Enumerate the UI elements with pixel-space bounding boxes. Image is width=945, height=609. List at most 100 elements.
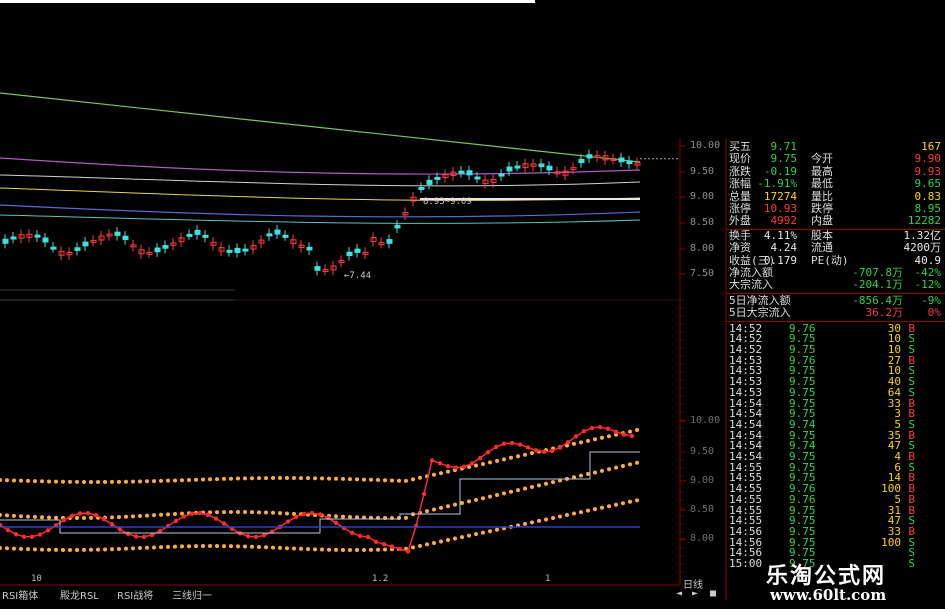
rsi-dot	[613, 429, 619, 434]
band-dot	[306, 547, 310, 552]
band-dot	[460, 535, 464, 540]
band-dot	[593, 507, 597, 512]
band-dot	[376, 478, 380, 483]
band-dot	[75, 547, 79, 552]
rsi-dot	[37, 532, 43, 537]
divider	[727, 320, 945, 322]
band-dot	[523, 452, 527, 457]
band-dot	[250, 544, 254, 549]
candle	[618, 157, 625, 163]
band-dot	[138, 514, 142, 519]
band-dot	[607, 434, 611, 439]
candle	[2, 238, 9, 244]
band-dot	[208, 544, 212, 549]
flow-label: 大宗流入	[729, 278, 773, 292]
band-dot	[145, 513, 149, 518]
band-dot	[82, 479, 86, 484]
candle	[10, 236, 17, 240]
rsi-dot	[581, 428, 587, 434]
price-pane	[0, 92, 680, 301]
quote-row: 买五 9.71 167	[727, 141, 945, 153]
candle	[498, 173, 505, 177]
band-dot	[96, 547, 100, 552]
price-tick-label: 7.50	[690, 268, 715, 279]
rsi-dot	[525, 445, 531, 450]
stop-square-icon[interactable]: ■	[710, 588, 716, 599]
quote-value: -856.4万	[852, 293, 903, 307]
band-dot	[96, 479, 100, 484]
band-dot	[180, 478, 184, 483]
band-dot	[131, 479, 135, 484]
band-dot	[376, 547, 380, 552]
left-arrow-icon[interactable]: ◄	[676, 588, 682, 599]
candle	[122, 235, 129, 240]
candle	[394, 224, 401, 229]
band-dot	[446, 504, 450, 509]
tab-rsi-warrior[interactable]: RSI战将	[117, 587, 153, 602]
band-dot	[607, 504, 611, 509]
rsi-dot	[421, 491, 427, 497]
quote-value: -204.1万	[852, 278, 903, 292]
band-dot	[481, 496, 485, 501]
band-dot	[628, 429, 632, 434]
band-dot	[47, 515, 51, 520]
band-dot	[278, 476, 282, 481]
band-dot	[201, 544, 205, 549]
quote-value: 9.65	[914, 177, 942, 191]
band-dot	[47, 479, 51, 484]
indicator-tick-label: 9.00	[690, 475, 715, 486]
band-dot	[110, 515, 114, 520]
band-dot	[145, 545, 149, 550]
middle-band	[0, 460, 639, 520]
quote-value: 167	[921, 140, 941, 153]
band-dot	[103, 547, 107, 552]
band-dot	[341, 547, 345, 552]
band-dot	[593, 437, 597, 442]
band-dot	[250, 476, 254, 481]
quote-label: 今开	[811, 152, 833, 166]
candle	[466, 170, 473, 176]
candle	[434, 176, 441, 180]
candle	[586, 154, 593, 159]
band-dot	[334, 514, 338, 519]
price-tick-label: 9.00	[690, 191, 715, 202]
band-dot	[152, 479, 156, 484]
band-dot	[516, 454, 520, 459]
quote-value: 8.95	[914, 202, 942, 215]
tab-rsi-box[interactable]: RSI箱体	[2, 587, 38, 602]
quote-value: 40.9	[914, 253, 942, 267]
right-arrow-icon[interactable]: ►	[692, 588, 698, 599]
quote-value: 1.32亿	[903, 228, 942, 242]
band-dot	[453, 502, 457, 507]
band-dot	[5, 513, 9, 518]
quote-label: PE(动)	[811, 253, 849, 267]
quote-row: 涨幅 -1.91% 最低 9.65	[727, 178, 945, 190]
tab-three-lines[interactable]: 三线归一	[172, 587, 212, 602]
rsi-dot	[573, 434, 579, 439]
quote-label: 现价	[729, 152, 751, 166]
rsi-dot	[461, 464, 467, 469]
band-dot	[621, 501, 625, 506]
rsi-dot	[125, 531, 131, 537]
band-dot	[348, 514, 352, 519]
band-dot	[75, 479, 79, 484]
candle	[266, 233, 273, 237]
tab-dianlong-rsl[interactable]: 殿龙RSL	[60, 587, 99, 602]
band-dot	[523, 486, 527, 491]
candle	[314, 266, 321, 271]
band-dot	[474, 532, 478, 537]
rsi-dot	[453, 465, 459, 470]
candle	[474, 176, 481, 180]
rsi-dot	[629, 433, 635, 439]
candle	[34, 234, 41, 238]
band-dot	[334, 547, 338, 552]
band-dot	[173, 511, 177, 516]
rsi-dot	[437, 461, 443, 466]
band-dot	[19, 514, 23, 519]
band-dot	[439, 471, 443, 476]
quote-value: 9.71	[770, 140, 798, 153]
band-dot	[481, 461, 485, 466]
band-dot	[54, 547, 58, 552]
band-dot	[110, 479, 114, 484]
band-dot	[404, 515, 408, 520]
